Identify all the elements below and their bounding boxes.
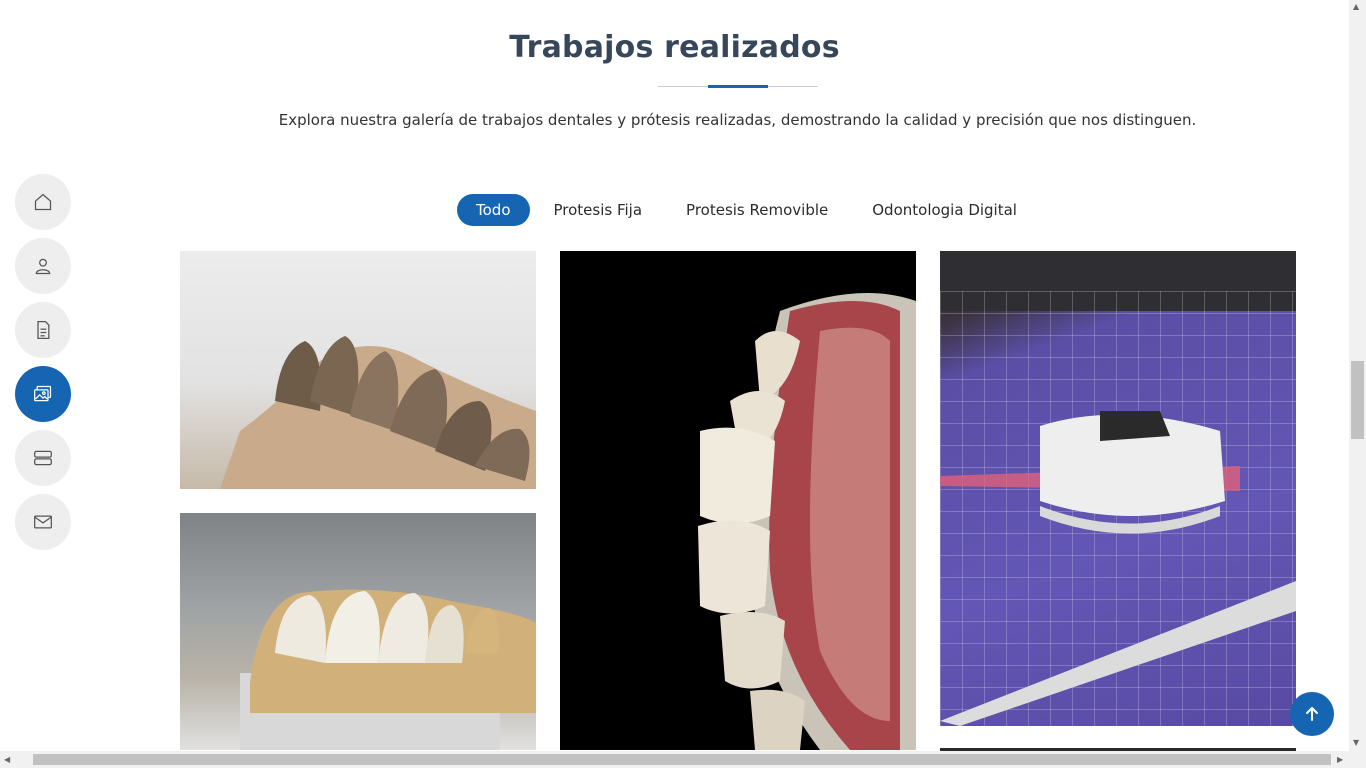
server-icon (34, 450, 52, 466)
filter-protesis-fija[interactable]: Protesis Fija (534, 194, 663, 226)
nav-home-button[interactable] (15, 174, 71, 230)
home-icon (34, 193, 52, 211)
vertical-scrollbar-thumb[interactable] (1351, 361, 1364, 439)
scroll-left-arrow-icon[interactable]: ◀ (4, 755, 10, 764)
gallery-image-digital-scan[interactable] (940, 251, 1296, 726)
envelope-icon (34, 515, 52, 529)
back-to-top-button[interactable] (1290, 692, 1334, 736)
section-description: Explora nuestra galería de trabajos dent… (278, 111, 1197, 129)
section-title: Trabajos realizados (509, 30, 840, 65)
portfolio-filters: Todo Protesis Fija Protesis Removible Od… (457, 193, 1041, 226)
nav-portfolio-button[interactable] (15, 366, 71, 422)
nav-about-button[interactable] (15, 238, 71, 294)
arrow-up-icon (1306, 707, 1318, 721)
images-icon (34, 385, 52, 402)
gallery-image-veneers-model[interactable] (180, 513, 536, 750)
gallery-image-crowns-model[interactable] (180, 251, 536, 489)
nav-resume-button[interactable] (15, 302, 71, 358)
filter-odontologia-digital[interactable]: Odontologia Digital (852, 194, 1037, 226)
nav-services-button[interactable] (15, 430, 71, 486)
gallery-image-removable-denture[interactable] (560, 251, 916, 750)
side-nav (15, 174, 71, 558)
nav-contact-button[interactable] (15, 494, 71, 550)
scroll-up-arrow-icon[interactable]: ▲ (1353, 2, 1359, 11)
filter-todo[interactable]: Todo (457, 193, 530, 226)
scroll-right-arrow-icon[interactable]: ▶ (1337, 755, 1343, 764)
document-icon (37, 321, 50, 339)
user-icon (35, 258, 51, 275)
horizontal-scrollbar-thumb[interactable] (33, 754, 1331, 765)
title-divider-accent (708, 85, 768, 88)
filter-protesis-removible[interactable]: Protesis Removible (666, 194, 848, 226)
scroll-down-arrow-icon[interactable]: ▼ (1353, 738, 1359, 747)
